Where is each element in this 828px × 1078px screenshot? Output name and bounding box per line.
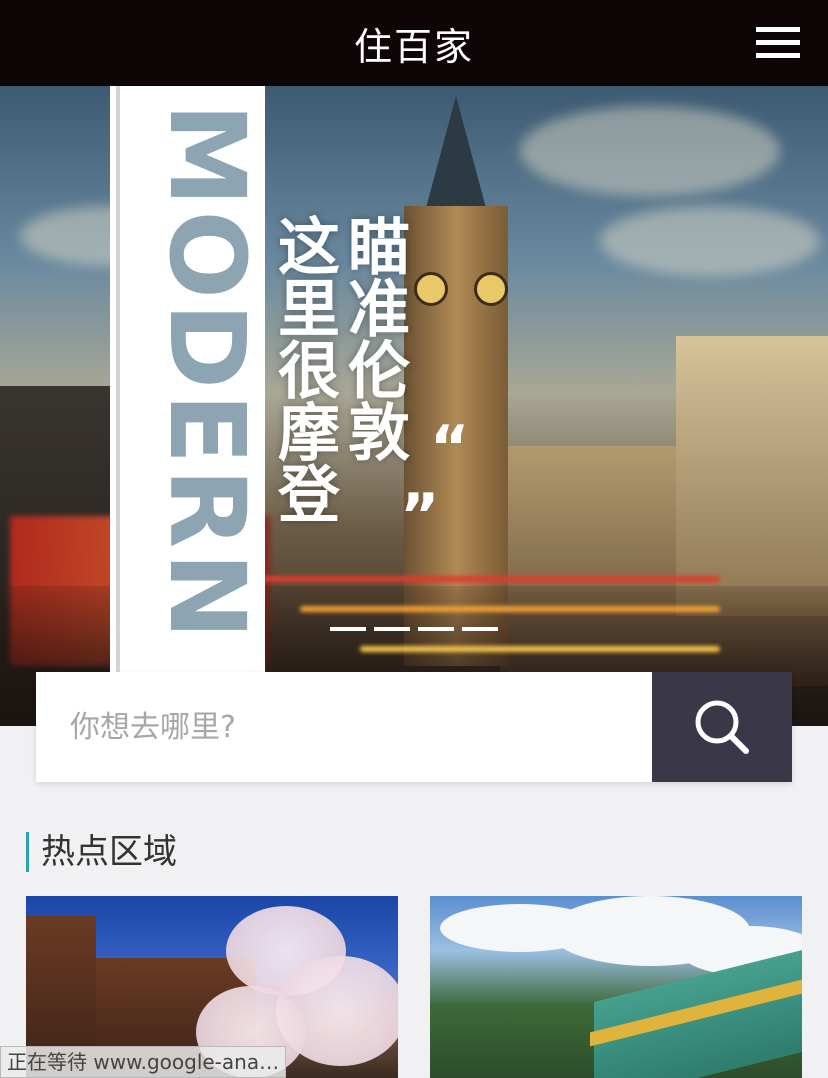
clock-face-icon: [474, 272, 508, 306]
carousel-dot[interactable]: [374, 627, 410, 631]
carousel-dot[interactable]: [462, 627, 498, 631]
hot-area-card[interactable]: [430, 896, 802, 1078]
top-bar: 住百家: [0, 0, 828, 86]
gothic-tower: [676, 336, 828, 616]
banner-slogan-col1: 这里很摩登: [267, 214, 340, 524]
hero-banner[interactable]: MODERN 这里很摩登 瞄准伦敦 “ ”: [0, 86, 828, 726]
section-title-hot-areas: 热点区域: [26, 832, 177, 872]
search-icon: [695, 700, 749, 754]
banner-vertical-word: MODERN: [146, 112, 263, 644]
hamburger-menu-icon[interactable]: [756, 27, 800, 59]
app-title: 住百家: [353, 25, 474, 69]
clock-tower-spire: [426, 96, 486, 208]
banner-quote-open: “: [430, 413, 470, 483]
search-bar: [36, 672, 792, 782]
loading-status: 正在等待 www.google-ana…: [0, 1046, 287, 1078]
banner-quote-close: ”: [400, 481, 440, 551]
search-input[interactable]: [36, 672, 652, 782]
clock-face-icon: [414, 272, 448, 306]
banner-slogan-col2: 瞄准伦敦: [337, 214, 410, 462]
search-button[interactable]: [652, 672, 792, 782]
carousel-dot[interactable]: [330, 627, 366, 631]
carousel-dot[interactable]: [418, 627, 454, 631]
